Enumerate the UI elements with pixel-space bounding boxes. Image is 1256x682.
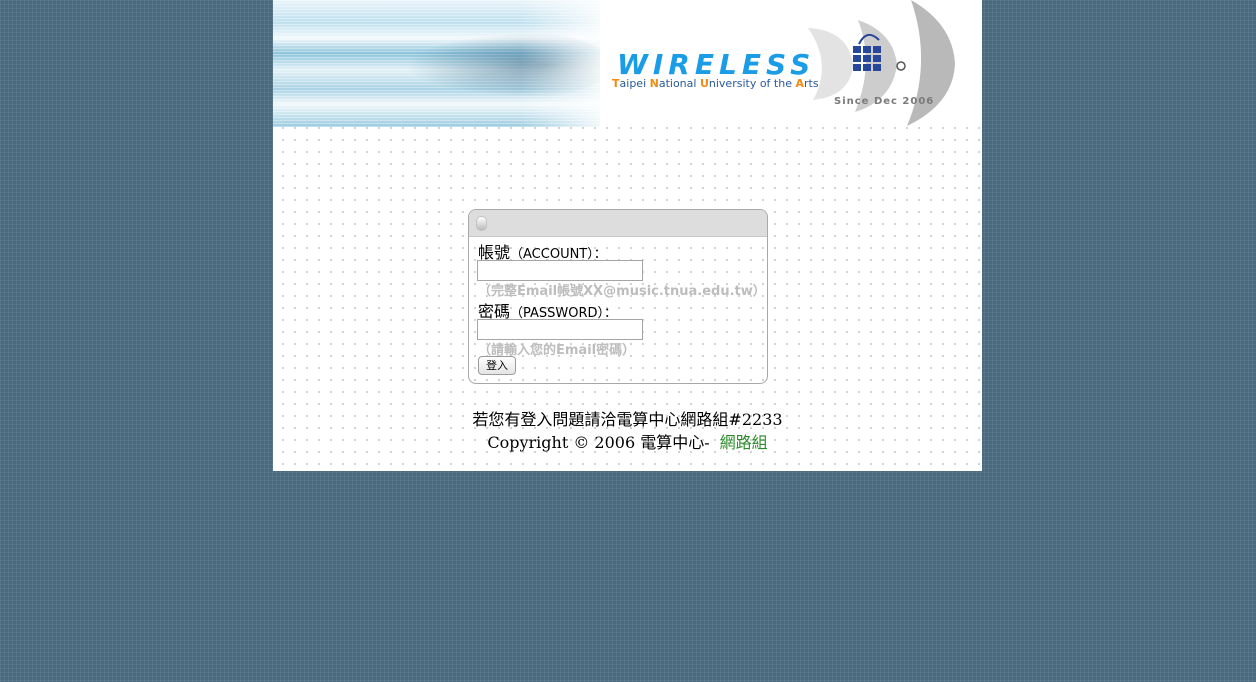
banner-photo <box>273 0 600 127</box>
password-input[interactable] <box>477 319 643 340</box>
wireless-signal-icon <box>808 0 955 126</box>
window-button-icon <box>476 216 487 231</box>
login-button[interactable]: 登入 <box>478 356 516 375</box>
support-note: 若您有登入問題請洽電算中心網路組#2233 <box>472 410 783 429</box>
account-hint: （完整Email帳號XX@music.tnua.edu.tw） <box>478 284 766 299</box>
since-date: Since Dec 2006 <box>834 96 935 107</box>
copyright-line: Copyright © 2006 電算中心- 網路組 <box>487 433 768 452</box>
account-input[interactable] <box>477 260 643 281</box>
login-panel: 帳號（ACCOUNT）： （完整Email帳號XX@music.tnua.edu… <box>468 209 768 384</box>
logo-subtitle: Taipei National University of the Arts <box>612 77 819 90</box>
page-container: WIRELESS Taipei National University of t… <box>273 0 982 471</box>
network-group-link[interactable]: 網路組 <box>720 433 768 452</box>
header-banner: WIRELESS Taipei National University of t… <box>273 0 982 127</box>
login-panel-titlebar <box>469 210 767 237</box>
